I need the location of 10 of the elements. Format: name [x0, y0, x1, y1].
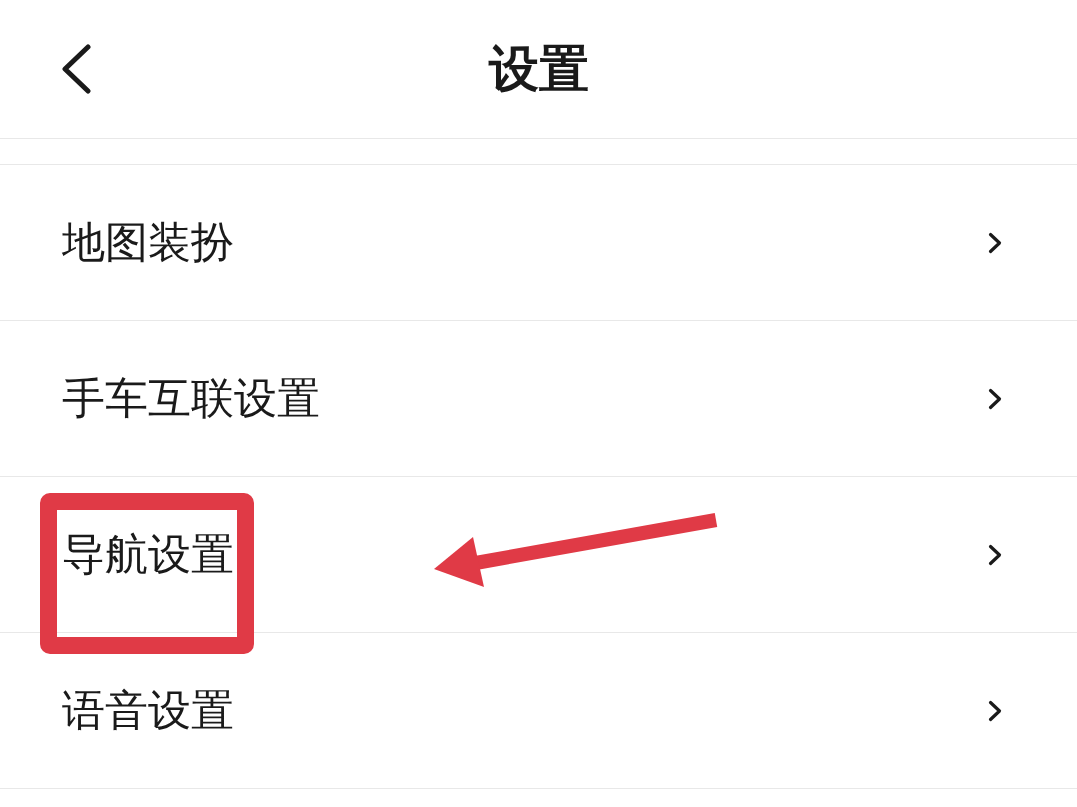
- settings-row[interactable]: 地图装扮: [0, 165, 1077, 321]
- chevron-right-icon: [988, 699, 1002, 722]
- back-icon[interactable]: [60, 44, 92, 94]
- settings-row[interactable]: 语音设置: [0, 633, 1077, 789]
- chevron-right-icon: [988, 543, 1002, 566]
- settings-row[interactable]: 导航设置: [0, 477, 1077, 633]
- chevron-right-icon: [988, 387, 1002, 410]
- settings-row[interactable]: 手车互联设置: [0, 321, 1077, 477]
- page-title: 设置: [488, 39, 589, 99]
- chevron-right-icon: [988, 231, 1002, 254]
